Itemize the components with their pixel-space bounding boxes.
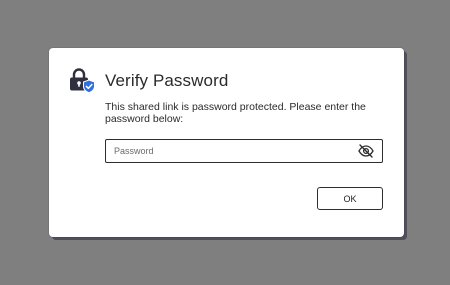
lock-with-shield-icon — [69, 68, 97, 94]
dialog-header: Verify Password — [69, 68, 228, 94]
dialog-message: This shared link is password protected. … — [105, 101, 366, 125]
dialog-title: Verify Password — [105, 71, 229, 90]
ok-button[interactable]: OK — [317, 187, 383, 210]
password-input[interactable] — [106, 140, 357, 162]
password-field — [105, 139, 383, 163]
verify-password-dialog: Verify Password This shared link is pass… — [49, 48, 404, 237]
eye-slash-icon[interactable] — [357, 143, 375, 159]
